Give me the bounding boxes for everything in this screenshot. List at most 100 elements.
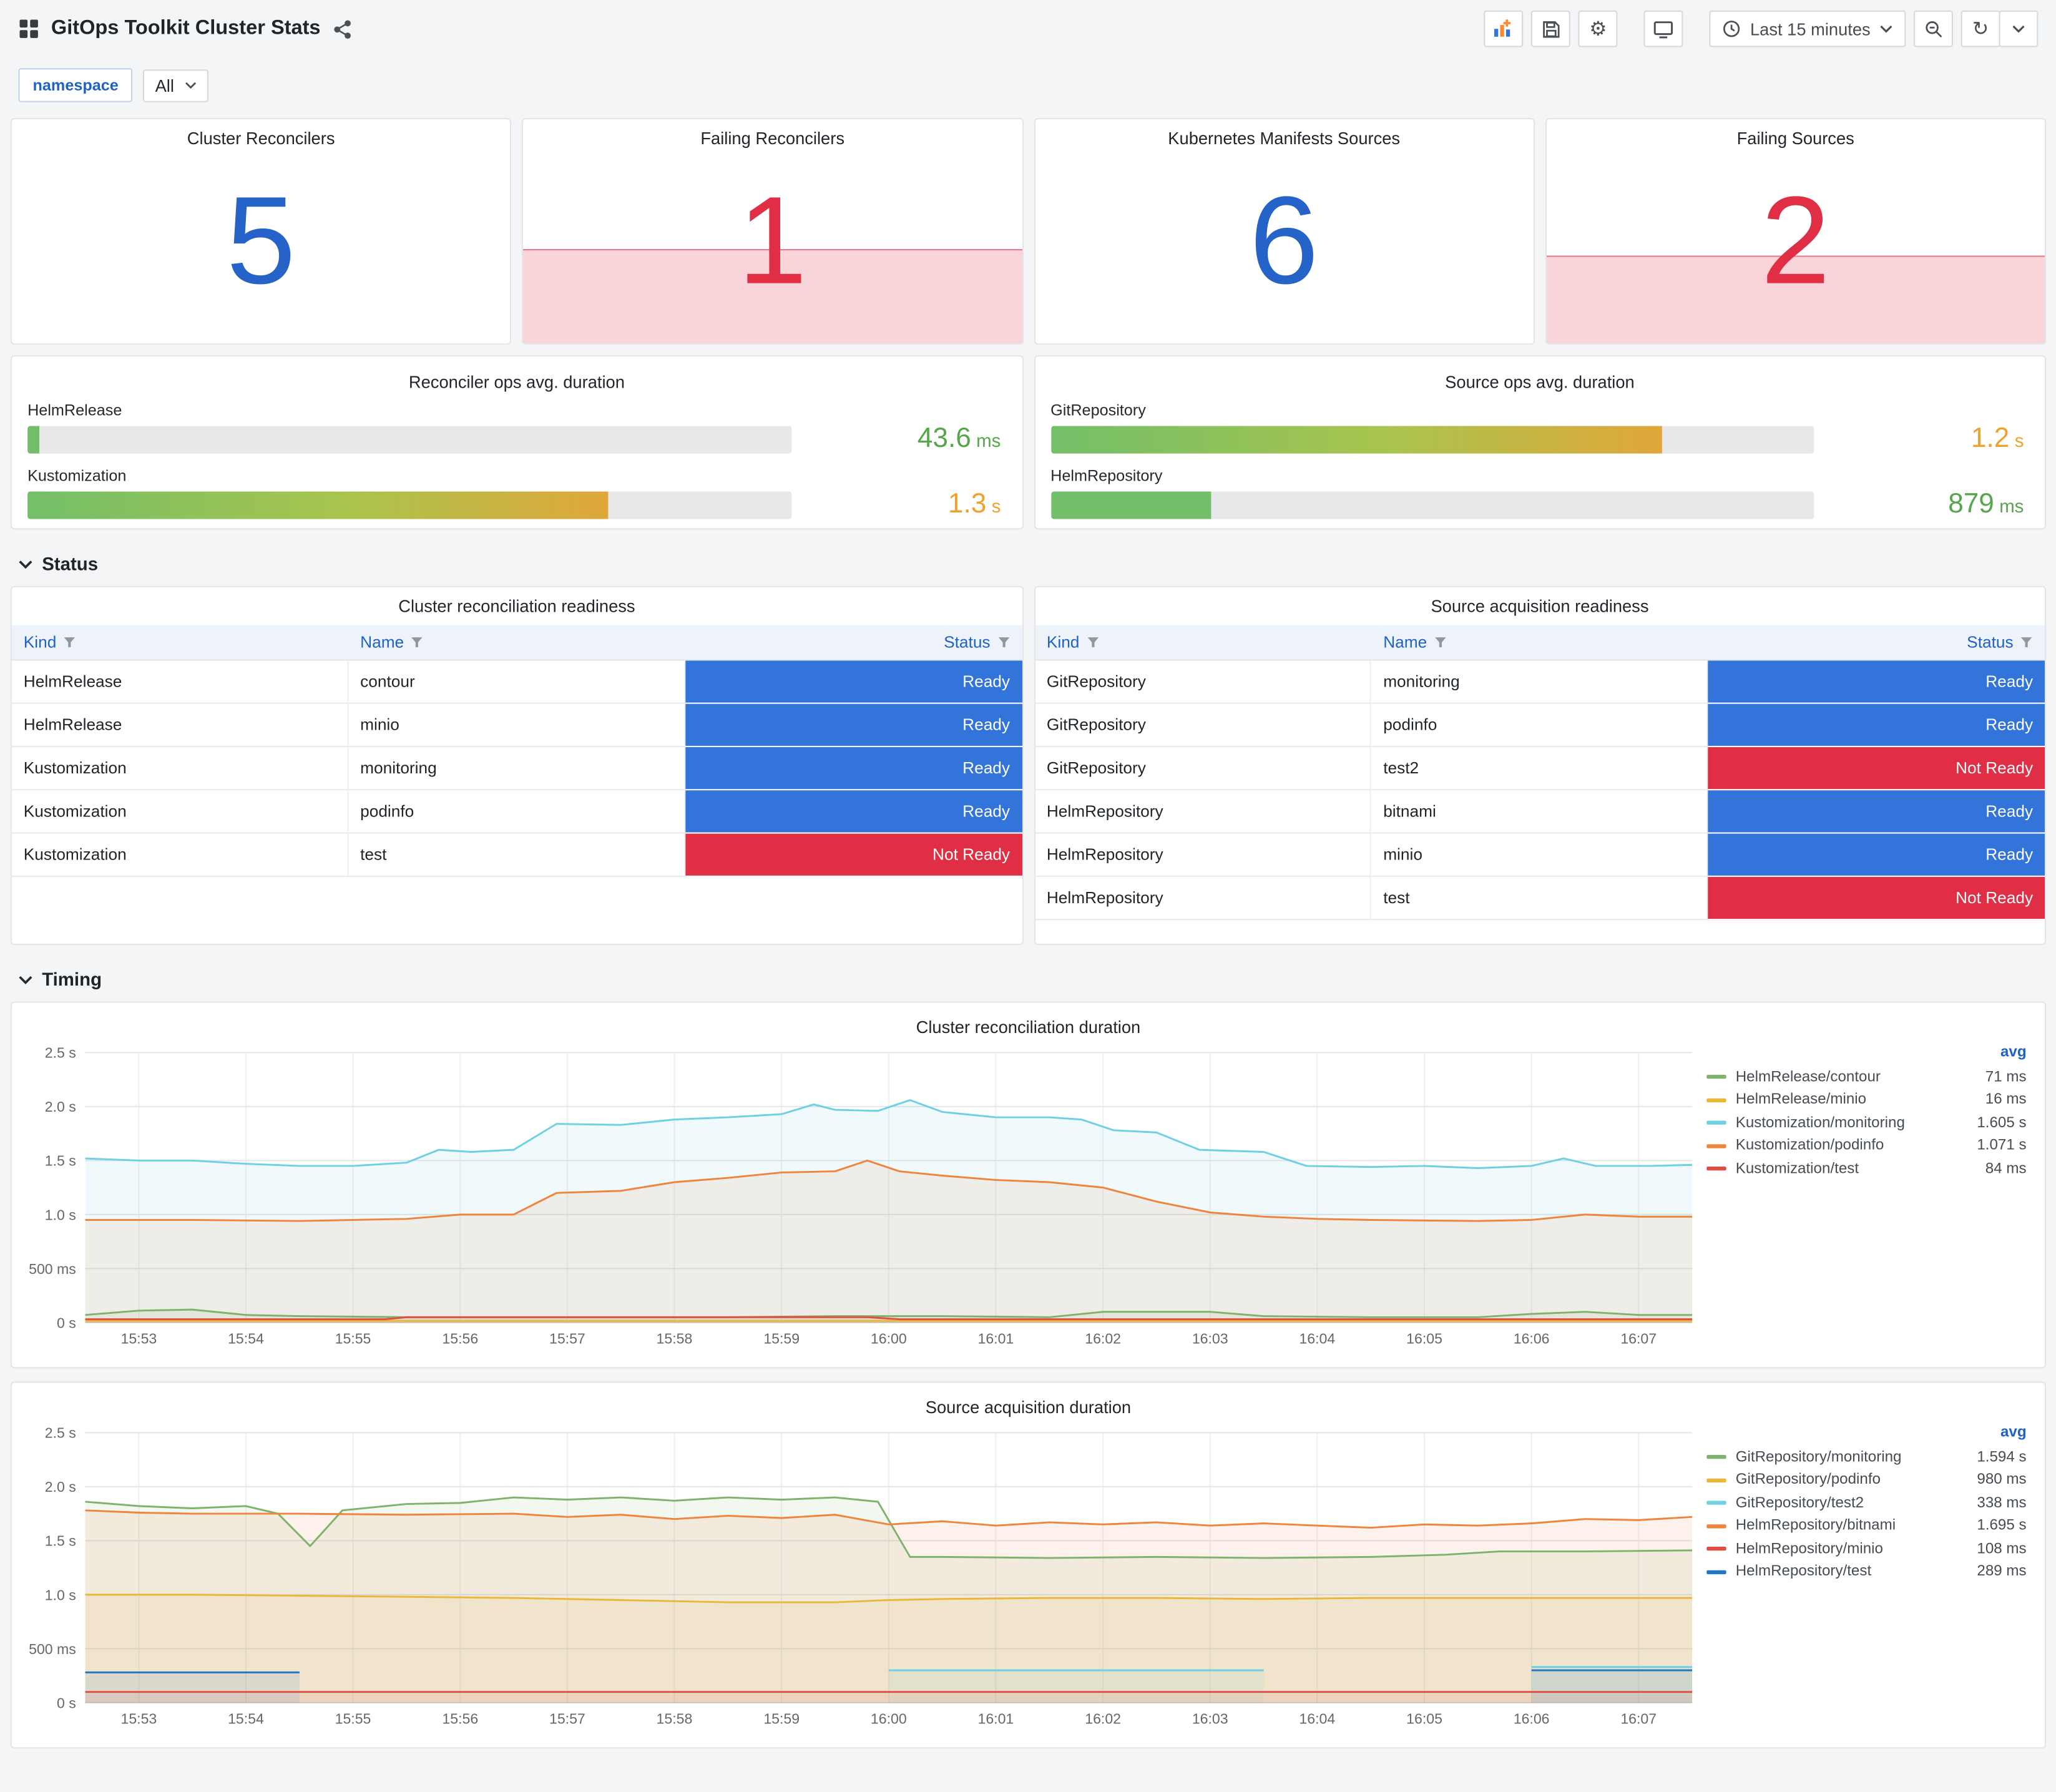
column-header-kind[interactable]: Kind [11, 625, 349, 661]
status-badge: Not Ready [1708, 747, 2045, 791]
status-badge: Not Ready [685, 833, 1022, 877]
save-icon[interactable] [1531, 10, 1571, 47]
refresh-icon[interactable]: ↻ [1961, 10, 2000, 47]
series-color-dash [1706, 1455, 1727, 1459]
apps-icon[interactable] [18, 18, 39, 39]
filter-icon [997, 637, 1009, 647]
panel-title[interactable]: Source acquisition duration [22, 1388, 2035, 1419]
svg-text:15:55: 15:55 [335, 1710, 371, 1726]
series-color-dash [1706, 1478, 1727, 1482]
gear-glyph: ⚙ [1589, 17, 1607, 41]
page-title: GitOps Toolkit Cluster Stats [51, 17, 321, 39]
series-color-dash [1706, 1501, 1727, 1506]
svg-text:0 s: 0 s [57, 1315, 76, 1331]
column-header-status[interactable]: Status [685, 625, 1022, 661]
variable-namespace-select[interactable]: All [143, 69, 208, 102]
section-status[interactable]: Status [0, 540, 2056, 586]
panel-title[interactable]: Cluster reconciliation duration [22, 1008, 2035, 1039]
legend-avg-header[interactable]: avg [1707, 1425, 2027, 1446]
cell-kind: HelmRelease [11, 703, 349, 747]
time-range-picker[interactable]: Last 15 minutes [1709, 10, 1906, 47]
svg-text:500 ms: 500 ms [29, 1641, 76, 1657]
panel-title[interactable]: Source ops avg. duration [1050, 363, 2029, 394]
filter-icon [1434, 637, 1446, 647]
legend-item[interactable]: HelmRelease/contour 71 ms [1706, 1065, 2027, 1089]
svg-text:15:54: 15:54 [228, 1710, 264, 1726]
legend-item[interactable]: Kustomization/podinfo 1.071 s [1706, 1135, 2027, 1158]
cluster-reconciliation-duration-chart[interactable]: 15:53 15:54 15:55 15:56 15:57 15:58 15:59 16:00… [22, 1039, 1705, 1351]
series-color-dash [1706, 1167, 1727, 1171]
svg-text:15:59: 15:59 [763, 1331, 800, 1347]
gauge-bar [27, 491, 608, 519]
legend-item[interactable]: Kustomization/monitoring 1.605 s [1706, 1112, 2027, 1135]
cluster-reconciliation-duration-panel: Cluster reconciliation duration 15:53 15:… [10, 1001, 2047, 1369]
svg-text:2.0 s: 2.0 s [45, 1479, 76, 1495]
svg-text:15:54: 15:54 [228, 1331, 264, 1347]
cell-kind: Kustomization [11, 790, 349, 834]
panel-title[interactable]: Failing Reconcilers [523, 119, 1022, 150]
status-badge: Ready [685, 703, 1022, 747]
legend-item[interactable]: Kustomization/test 84 ms [1706, 1157, 2027, 1180]
svg-text:16:03: 16:03 [1192, 1331, 1228, 1347]
section-timing[interactable]: Timing [0, 956, 2056, 1002]
legend-item[interactable]: GitRepository/podinfo 980 ms [1706, 1469, 2027, 1492]
gauge-bar [1050, 491, 1212, 519]
panel-title[interactable]: Cluster Reconcilers [12, 119, 511, 150]
legend-avg-header[interactable]: avg [1707, 1045, 2027, 1066]
status-badge: Ready [685, 660, 1022, 704]
tv-icon[interactable] [1643, 10, 1683, 47]
stat-value: 2 [1761, 172, 1831, 311]
svg-text:16:01: 16:01 [977, 1331, 1014, 1347]
gauge-label: Kustomization [27, 466, 127, 485]
filter-icon [411, 637, 423, 647]
svg-text:1.0 s: 1.0 s [45, 1587, 76, 1603]
legend-item[interactable]: HelmRepository/bitnami 1.695 s [1706, 1515, 2027, 1538]
column-header-status[interactable]: Status [1708, 625, 2045, 661]
svg-text:500 ms: 500 ms [29, 1261, 76, 1277]
svg-text:15:53: 15:53 [121, 1710, 157, 1726]
gauge-row-helmrepository: HelmRepository 879 ms [1050, 467, 2029, 521]
gauge-row-helmrelease: HelmRelease 43.6 ms [27, 401, 1006, 455]
section-status-label: Status [42, 553, 99, 574]
source-acquisition-duration-chart[interactable]: 15:53 15:54 15:55 15:56 15:57 15:58 15:59 16:00… [22, 1419, 1705, 1731]
panel-title[interactable]: Kubernetes Manifests Sources [1035, 119, 1534, 150]
panel-title[interactable]: Failing Sources [1546, 119, 2045, 150]
legend-item[interactable]: HelmRepository/minio 108 ms [1706, 1537, 2027, 1560]
legend-item[interactable]: GitRepository/test2 338 ms [1706, 1492, 2027, 1515]
series-color-dash [1706, 1075, 1727, 1079]
gauge-track [27, 491, 791, 519]
svg-text:15:55: 15:55 [335, 1331, 371, 1347]
share-icon[interactable] [332, 19, 352, 38]
svg-text:0 s: 0 s [57, 1695, 76, 1711]
cell-name: test [348, 833, 685, 877]
cell-kind: Kustomization [11, 833, 349, 877]
svg-text:16:06: 16:06 [1514, 1710, 1550, 1726]
svg-text:15:56: 15:56 [442, 1710, 478, 1726]
variable-namespace-label[interactable]: namespace [18, 68, 133, 102]
stat-cluster-reconcilers: Cluster Reconcilers 5 [10, 117, 512, 345]
column-header-kind[interactable]: Kind [1034, 625, 1372, 661]
cluster-readiness-table: Kind Name Status HelmRelease contour Rea… [11, 625, 1022, 877]
column-header-name[interactable]: Name [1371, 625, 1708, 661]
cell-kind: HelmRepository [1034, 876, 1372, 921]
stat-value: 1 [738, 172, 808, 311]
gear-icon[interactable]: ⚙ [1578, 10, 1618, 47]
legend-item[interactable]: HelmRelease/minio 16 ms [1706, 1089, 2027, 1112]
svg-text:16:02: 16:02 [1085, 1710, 1121, 1726]
zoom-out-icon[interactable] [1913, 10, 1953, 47]
svg-text:15:56: 15:56 [442, 1331, 478, 1347]
svg-text:1.5 s: 1.5 s [45, 1153, 76, 1169]
panel-title[interactable]: Reconciler ops avg. duration [27, 363, 1006, 394]
legend-item[interactable]: GitRepository/monitoring 1.594 s [1706, 1446, 2027, 1469]
panel-title[interactable]: Cluster reconciliation readiness [12, 587, 1022, 619]
gauge-track [1050, 491, 1814, 519]
grafana-dashboard: GitOps Toolkit Cluster Stats ⚙ Last 15 m… [0, 0, 2056, 1792]
refresh-interval-dropdown[interactable] [1999, 10, 2039, 47]
source-acquisition-readiness-panel: Source acquisition readiness Kind Name S… [1033, 585, 2047, 946]
panel-title[interactable]: Source acquisition readiness [1035, 587, 2045, 619]
legend-item[interactable]: HelmRepository/test 289 ms [1706, 1560, 2027, 1584]
chevron-down-icon [1879, 25, 1892, 33]
chart-legend: avg HelmRelease/contour 71 ms HelmRelease… [1704, 1039, 2034, 1359]
column-header-name[interactable]: Name [348, 625, 685, 661]
add-panel-button[interactable] [1484, 10, 1524, 47]
